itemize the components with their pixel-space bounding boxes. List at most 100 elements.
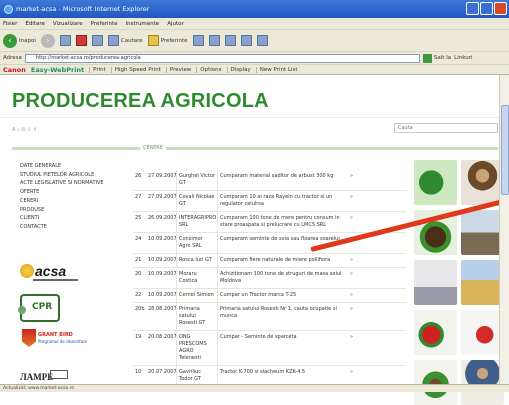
- go-button[interactable]: Salt la: [422, 53, 452, 63]
- easy-webprint-menu[interactable]: Easy-WebPrint: [31, 66, 84, 74]
- cpr-logo[interactable]: CPR: [18, 294, 60, 322]
- row-link-icon[interactable]: »: [348, 366, 358, 386]
- row-name: Primaria satului Rosesti GT: [176, 303, 217, 330]
- plant-photo: [414, 360, 457, 405]
- table-row[interactable]: 22 10.09.2007 Cernei Simion Cumpar un Tract…: [133, 289, 406, 303]
- acsa-logo[interactable]: acsa: [20, 260, 80, 284]
- bottom-logo[interactable]: ЛАМРЕ: [20, 372, 53, 382]
- links-label[interactable]: Linkuri: [454, 55, 472, 61]
- table-row[interactable]: 27 27.09.2007 Covali Nicolae GT Cumparam 10…: [133, 191, 406, 212]
- row-date: 28.08.2007: [148, 306, 177, 312]
- page-tools[interactable]: A ⌕ ✉ ⇓ ⇑: [12, 127, 37, 133]
- table-row[interactable]: 20 10.09.2007 Moraru Costica Achizitionam 1…: [133, 268, 406, 289]
- home-icon[interactable]: [91, 35, 103, 46]
- minimize-button[interactable]: [466, 2, 479, 15]
- refresh-icon[interactable]: [75, 35, 87, 46]
- print-icon[interactable]: [224, 35, 236, 46]
- discuss-icon[interactable]: [256, 35, 268, 46]
- preview-button[interactable]: Preview: [165, 66, 191, 73]
- row-date: 26.09.2007: [148, 215, 177, 221]
- row-link-icon[interactable]: »: [348, 212, 358, 232]
- row-link-icon[interactable]: »: [348, 191, 358, 211]
- scrollbar-thumb[interactable]: [501, 105, 509, 195]
- sidebar-item-acte-legislative[interactable]: ACTE LEGISLATIVE SI NORMATIVE: [20, 179, 130, 188]
- row-link-icon[interactable]: »: [348, 289, 358, 302]
- menu-bar: Fisier Editare Vizualizare Preferinte In…: [0, 18, 509, 29]
- row-text[interactable]: Achizitionam 100 tone de struguri de mas…: [217, 268, 348, 288]
- row-text[interactable]: Cumparam material saditor de arbust 300 …: [217, 170, 348, 190]
- table-row[interactable]: 21 10.09.2007 Rosca Iuri GT Cumparam fiere …: [133, 254, 406, 268]
- menu-tools[interactable]: Instrumente: [126, 21, 160, 27]
- sidebar-item-clienti[interactable]: CLIENTI: [20, 214, 130, 223]
- row-text[interactable]: Cumpar un Tractor marca T-25: [217, 289, 348, 302]
- table-row[interactable]: 25 26.09.2007 INTERAGRIPRO SRL Cumparam 100…: [133, 212, 406, 233]
- row-name: Gurghel Victor GT: [176, 170, 217, 190]
- bottom-logo-mark: [50, 370, 68, 379]
- row-text[interactable]: Tractor K-700 si slacheum KZK-4.5: [217, 366, 348, 386]
- row-name: Rosca Iuri GT: [176, 254, 217, 267]
- row-link-icon[interactable]: »: [348, 331, 358, 365]
- row-text[interactable]: Primaria satului Rosesti Nr 1, cauta ocu…: [217, 303, 348, 330]
- sun-icon: [20, 264, 34, 278]
- sidebar-item-oferte[interactable]: OFERTE: [20, 188, 130, 197]
- display-button[interactable]: Display: [226, 66, 251, 73]
- go-label: Salt la: [433, 55, 452, 61]
- sidebar-item-date-generale[interactable]: DATE GENERALE: [20, 162, 130, 171]
- print-button[interactable]: Print: [89, 66, 106, 73]
- window-titlebar: market-acsa - Microsoft Internet Explore…: [0, 0, 509, 18]
- new-print-list-button[interactable]: New Print List: [255, 66, 298, 73]
- row-date: 10.09.2007: [148, 292, 177, 298]
- table-row[interactable]: 26 27.09.2007 Gurghel Victor GT Cumparam ma…: [133, 170, 406, 191]
- row-text[interactable]: Cumparam fiere naturale de miere pollifi…: [217, 254, 348, 267]
- row-name: Gavriliuc Todor GT: [176, 366, 217, 386]
- menu-file[interactable]: Fisier: [3, 21, 17, 27]
- web-page: PRODUCEREA AGRICOLA A ⌕ ✉ ⇓ ⇑ Cauta CERE…: [0, 75, 509, 405]
- sidebar-item-produse[interactable]: PRODUSE: [20, 206, 130, 215]
- table-row[interactable]: 20b 28.08.2007 Primaria satului Rosesti GT…: [133, 303, 406, 331]
- maximize-button[interactable]: [480, 2, 493, 15]
- menu-view[interactable]: Vizualizare: [53, 21, 83, 27]
- back-button[interactable]: ‹ Inapoi: [3, 33, 36, 48]
- status-bar: Actualizat: www.market-acsa.ro: [0, 384, 509, 392]
- row-date: 27.09.2007: [148, 173, 177, 179]
- address-input[interactable]: http://market-acsa.ro/producerea-agricol…: [24, 53, 420, 63]
- menu-edit[interactable]: Editare: [25, 21, 45, 27]
- row-link-icon[interactable]: »: [348, 170, 358, 190]
- history-icon[interactable]: [192, 35, 204, 46]
- edit-icon[interactable]: [240, 35, 252, 46]
- row-date: 20.08.2007: [148, 334, 177, 340]
- tomato-photo: [414, 310, 457, 355]
- table-row[interactable]: 19 20.08.2007 ONG PRESCOMS AGRO Telenesti C…: [133, 331, 406, 366]
- row-id: 27: [135, 194, 142, 200]
- mail-icon[interactable]: [208, 35, 220, 46]
- search-button[interactable]: Cautare: [107, 35, 143, 46]
- site-search-input[interactable]: Cauta: [394, 123, 498, 133]
- row-date: 20.07.2007: [148, 369, 177, 375]
- row-text[interactable]: Cumparam 100 tone de mere pentru consum …: [217, 212, 348, 232]
- high-speed-print-button[interactable]: High Speed Print: [110, 66, 161, 73]
- forward-button[interactable]: ›: [40, 33, 55, 48]
- favorites-button[interactable]: Preferinte: [147, 35, 188, 46]
- grant-bird-logo[interactable]: GRANT BIRD Programul de dezvoltare: [22, 329, 97, 351]
- row-text[interactable]: Cumpar - Seminte de sparceta: [217, 331, 348, 365]
- page-title: PRODUCEREA AGRICOLA: [12, 90, 269, 112]
- sidebar-item-contacte[interactable]: CONTACTE: [20, 223, 130, 232]
- menu-help[interactable]: Ajutor: [167, 21, 184, 27]
- row-link-icon[interactable]: »: [348, 268, 358, 288]
- row-link-icon[interactable]: »: [348, 303, 358, 330]
- row-link-icon[interactable]: »: [348, 254, 358, 267]
- options-button[interactable]: Options: [196, 66, 222, 73]
- sidebar-nav: DATE GENERALE STUDIUL PIETELOR AGRICOLE …: [20, 162, 130, 232]
- close-button[interactable]: [494, 2, 507, 15]
- sidebar-item-studiul-pietelor[interactable]: STUDIUL PIETELOR AGRICOLE: [20, 171, 130, 180]
- row-id: 21: [135, 257, 142, 263]
- breadcrumb[interactable]: CERERE: [140, 145, 166, 151]
- menu-favorites[interactable]: Preferinte: [91, 21, 118, 27]
- row-id: 20: [135, 271, 142, 277]
- stop-icon[interactable]: [59, 35, 71, 46]
- vertical-scrollbar[interactable]: [499, 75, 509, 384]
- row-text[interactable]: Cumparam 10 ai raza Rayeln cu tractor si…: [217, 191, 348, 211]
- vegetables-photo: [414, 160, 457, 205]
- sidebar-item-cereri[interactable]: CERERI: [20, 197, 130, 206]
- lab-photo: [414, 260, 457, 305]
